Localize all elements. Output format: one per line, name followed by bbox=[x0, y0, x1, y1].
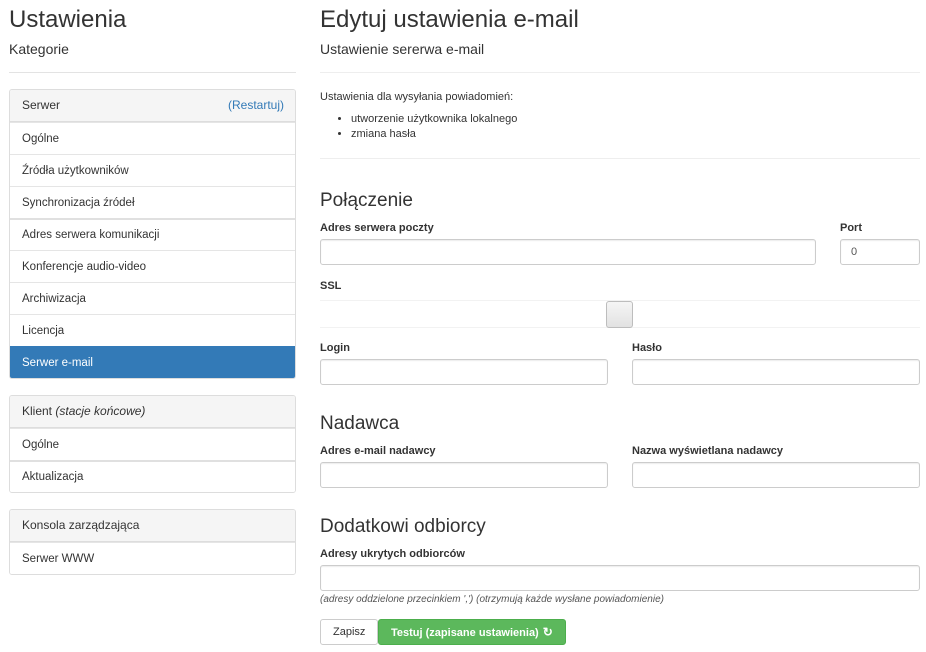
notifications-intro: Ustawienia dla wysyłania powiadomień: bbox=[320, 91, 514, 103]
mail-server-label: Adres serwera poczty bbox=[320, 222, 434, 234]
sidebar-item-client-general[interactable]: Ogólne bbox=[10, 428, 295, 460]
console-panel-title: Konsola zarządzająca bbox=[22, 518, 140, 532]
password-label: Hasło bbox=[632, 342, 662, 354]
port-input[interactable] bbox=[840, 239, 920, 265]
sidebar-item-user-sources[interactable]: Źródła użytkowników bbox=[10, 154, 295, 186]
intro-divider bbox=[320, 158, 920, 159]
sender-name-label: Nazwa wyświetlana nadawcy bbox=[632, 445, 784, 457]
sidebar-item-av-conferences[interactable]: Konferencje audio-video bbox=[10, 250, 295, 282]
mail-server-input[interactable] bbox=[320, 239, 816, 265]
login-label: Login bbox=[320, 342, 350, 354]
sidebar-item-client-updates[interactable]: Aktualizacja bbox=[10, 460, 295, 492]
sidebar-item-archiving[interactable]: Archiwizacja bbox=[10, 282, 295, 314]
client-panel-note: (stacje końcowe) bbox=[55, 404, 146, 418]
sender-name-input[interactable] bbox=[632, 462, 920, 488]
page-subtitle: Ustawienie sererwa e-mail bbox=[320, 41, 485, 57]
ssl-toggle[interactable] bbox=[320, 300, 920, 328]
ssl-toggle-handle[interactable] bbox=[606, 301, 633, 328]
sender-email-input[interactable] bbox=[320, 462, 608, 488]
page-title: Edytuj ustawienia e-mail bbox=[320, 6, 579, 33]
header-divider bbox=[320, 72, 920, 73]
sidebar-item-communication-server[interactable]: Adres serwera komunikacji bbox=[10, 218, 295, 250]
sidebar-title: Ustawienia bbox=[9, 6, 127, 33]
server-panel-heading: Serwer (Restartuj) bbox=[10, 90, 295, 122]
password-input[interactable] bbox=[632, 359, 920, 385]
login-input[interactable] bbox=[320, 359, 608, 385]
sidebar-item-general[interactable]: Ogólne bbox=[10, 122, 295, 154]
list-item: zmiana hasła bbox=[351, 127, 517, 142]
notifications-list: utworzenie użytkownika lokalnego zmiana … bbox=[320, 112, 517, 142]
bcc-label: Adresy ukrytych odbiorców bbox=[320, 548, 465, 560]
client-panel: Klient (stacje końcowe) Ogólne Aktualiza… bbox=[9, 395, 296, 493]
sidebar-item-email-server[interactable]: Serwer e-mail bbox=[10, 346, 295, 378]
list-item: utworzenie użytkownika lokalnego bbox=[351, 112, 517, 127]
save-button-label: Zapisz bbox=[333, 626, 366, 638]
sidebar-item-license[interactable]: Licencja bbox=[10, 314, 295, 346]
sidebar-subtitle: Kategorie bbox=[9, 41, 69, 57]
refresh-icon: ↻ bbox=[542, 625, 553, 639]
bcc-input[interactable] bbox=[320, 565, 920, 591]
restart-link[interactable]: (Restartuj) bbox=[228, 90, 284, 121]
bcc-hint: (adresy oddzielone przecinkiem ',') (otr… bbox=[320, 594, 664, 605]
connection-section-title: Połączenie bbox=[320, 190, 413, 211]
port-label: Port bbox=[840, 222, 862, 234]
client-panel-heading: Klient (stacje końcowe) bbox=[10, 396, 295, 428]
ssl-label: SSL bbox=[320, 280, 342, 292]
test-button-label: Testuj (zapisane ustawienia) bbox=[391, 627, 539, 639]
server-panel-title: Serwer bbox=[22, 98, 61, 112]
extra-recipients-section-title: Dodatkowi odbiorcy bbox=[320, 516, 486, 537]
save-button[interactable]: Zapisz bbox=[320, 619, 379, 645]
server-panel: Serwer (Restartuj) Ogólne Źródła użytkow… bbox=[9, 89, 296, 379]
sidebar-item-source-sync[interactable]: Synchronizacja źródeł bbox=[10, 186, 295, 218]
sidebar-divider bbox=[9, 72, 296, 73]
sidebar-item-web-server[interactable]: Serwer WWW bbox=[10, 542, 295, 574]
test-button[interactable]: Testuj (zapisane ustawienia) ↻ bbox=[378, 619, 566, 645]
sender-section-title: Nadawca bbox=[320, 413, 400, 434]
sender-email-label: Adres e-mail nadawcy bbox=[320, 445, 436, 457]
client-panel-title: Klient bbox=[22, 404, 53, 418]
console-panel: Konsola zarządzająca Serwer WWW bbox=[9, 509, 296, 575]
console-panel-heading: Konsola zarządzająca bbox=[10, 510, 295, 542]
